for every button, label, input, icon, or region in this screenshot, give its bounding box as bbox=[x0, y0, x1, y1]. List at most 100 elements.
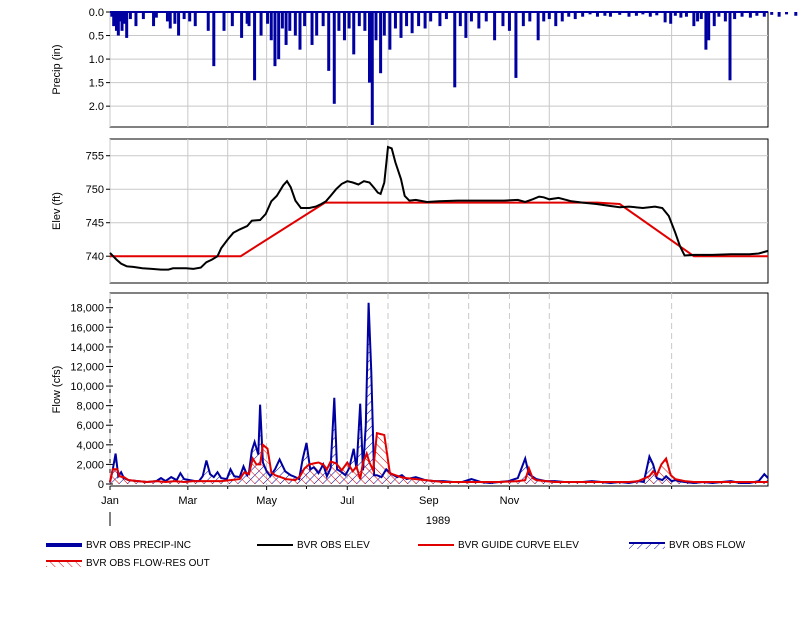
precip-bar bbox=[438, 12, 442, 27]
precip-bar bbox=[266, 12, 270, 24]
precip-bar bbox=[315, 12, 319, 36]
precip-bar bbox=[429, 12, 433, 22]
precip-bar bbox=[723, 12, 727, 22]
y-tick-label: 16,000 bbox=[70, 322, 104, 334]
legend-swatch-obs-flow bbox=[629, 540, 665, 550]
precip-bar bbox=[128, 12, 132, 20]
precip-bar bbox=[501, 12, 505, 27]
precip-bar bbox=[352, 12, 356, 55]
precip-bar bbox=[125, 12, 129, 38]
precip-bar bbox=[785, 12, 789, 15]
precip-bar bbox=[182, 12, 186, 20]
legend-label-obs-elev: BVR OBS ELEV bbox=[297, 539, 370, 551]
hydrograph-chart: 0.0 0.5 1.0 1.5 2.0 Precip (in) 740 745 750 755 E… bbox=[51, 7, 798, 527]
plot-frame bbox=[109, 292, 769, 487]
precip-bar bbox=[770, 12, 774, 15]
precip-bar bbox=[699, 12, 703, 20]
y-tick-label: 745 bbox=[86, 218, 104, 230]
precip-bar bbox=[363, 12, 367, 31]
precip-bar bbox=[794, 12, 798, 16]
legend-swatch-precip bbox=[46, 540, 82, 550]
y-tick-label: 6,000 bbox=[76, 420, 104, 432]
precip-bar bbox=[253, 12, 257, 81]
precip-bar bbox=[293, 12, 297, 36]
precip-bar bbox=[417, 12, 421, 27]
precip-bar bbox=[514, 12, 518, 78]
legend-label-res-out: BVR OBS FLOW-RES OUT bbox=[86, 557, 210, 569]
precip-bar bbox=[374, 12, 378, 41]
precip-bar bbox=[177, 12, 181, 36]
y-axis-label: Precip (in) bbox=[51, 44, 63, 94]
y-tick-label: 1.5 bbox=[89, 78, 104, 90]
precip-bar bbox=[554, 12, 558, 27]
x-tick-label: Jan bbox=[101, 495, 119, 507]
precip-bar bbox=[367, 12, 371, 83]
precip-bar bbox=[141, 12, 145, 20]
precip-bar bbox=[573, 12, 577, 20]
x-tick-label: Nov bbox=[500, 495, 520, 507]
legend-item-res-out: BVR OBS FLOW-RES OUT bbox=[46, 554, 210, 572]
precip-bar bbox=[269, 12, 273, 41]
legend-swatch-obs-elev bbox=[257, 540, 293, 550]
precip-bar bbox=[165, 12, 169, 22]
precip-bar bbox=[298, 12, 302, 50]
precip-bar bbox=[410, 12, 414, 34]
precip-bar bbox=[521, 12, 525, 27]
legend-label-guide-curve: BVR GUIDE CURVE ELEV bbox=[458, 539, 579, 551]
y-tick-label: 750 bbox=[86, 184, 104, 196]
precip-bar bbox=[134, 12, 138, 27]
y-tick-label: 18,000 bbox=[70, 303, 104, 315]
precip-bar bbox=[379, 12, 383, 74]
y-tick-label: 14,000 bbox=[70, 342, 104, 354]
legend: BVR OBS PRECIP-INC BVR OBS ELEV BVR GUID… bbox=[0, 534, 800, 574]
precip-bar bbox=[707, 12, 711, 41]
precip-bar bbox=[222, 12, 226, 31]
precip-bar bbox=[444, 12, 448, 20]
legend-item-obs-elev: BVR OBS ELEV bbox=[257, 536, 370, 554]
precip-bar bbox=[507, 12, 511, 31]
y-tick-label: 8,000 bbox=[76, 401, 104, 413]
precip-bar bbox=[382, 12, 386, 36]
precip-bar bbox=[321, 12, 325, 27]
y-tick-label: 2.0 bbox=[89, 101, 104, 113]
precip-bar bbox=[692, 12, 696, 27]
precip-bar bbox=[423, 12, 427, 29]
precip-bar bbox=[484, 12, 488, 22]
precip-bar bbox=[168, 12, 172, 29]
precip-bar bbox=[704, 12, 708, 50]
precip-panel: 0.0 0.5 1.0 1.5 2.0 Precip (in) bbox=[51, 7, 798, 128]
precip-bar bbox=[284, 12, 288, 45]
legend-item-precip: BVR OBS PRECIP-INC bbox=[46, 536, 191, 554]
y-tick-label: 0 bbox=[98, 479, 104, 491]
y-tick-label: 0.0 bbox=[89, 7, 104, 19]
legend-label-precip: BVR OBS PRECIP-INC bbox=[86, 539, 192, 551]
precip-bar bbox=[112, 12, 116, 27]
legend-swatch-guide-curve bbox=[418, 540, 454, 550]
y-tick-label: 2,000 bbox=[76, 459, 104, 471]
precip-bar bbox=[206, 12, 210, 31]
precip-bar bbox=[173, 12, 177, 24]
precip-bar bbox=[733, 12, 737, 20]
precip-bar bbox=[273, 12, 277, 67]
precip-bar bbox=[393, 12, 397, 29]
precip-bar bbox=[777, 12, 781, 17]
y-tick-label: 755 bbox=[86, 151, 104, 163]
precip-bar bbox=[193, 12, 197, 27]
precip-bar bbox=[280, 12, 284, 29]
precip-bar bbox=[188, 12, 192, 22]
legend-swatch-res-out bbox=[46, 558, 82, 568]
precip-bar bbox=[477, 12, 481, 29]
precip-bar bbox=[399, 12, 403, 38]
precip-bar bbox=[212, 12, 216, 67]
precip-bar bbox=[332, 12, 336, 104]
y-axis-label: Flow (cfs) bbox=[51, 366, 63, 414]
y-tick-label: 4,000 bbox=[76, 440, 104, 452]
precip-bar bbox=[388, 12, 392, 50]
x-tick-label: Jul bbox=[340, 495, 354, 507]
y-tick-label: 12,000 bbox=[70, 361, 104, 373]
y-axis-label: Elev (ft) bbox=[51, 192, 63, 230]
y-tick-label: 740 bbox=[86, 251, 104, 263]
y-tick-label: 1.0 bbox=[89, 54, 104, 66]
precip-bar bbox=[310, 12, 314, 45]
precip-bar bbox=[152, 12, 156, 27]
